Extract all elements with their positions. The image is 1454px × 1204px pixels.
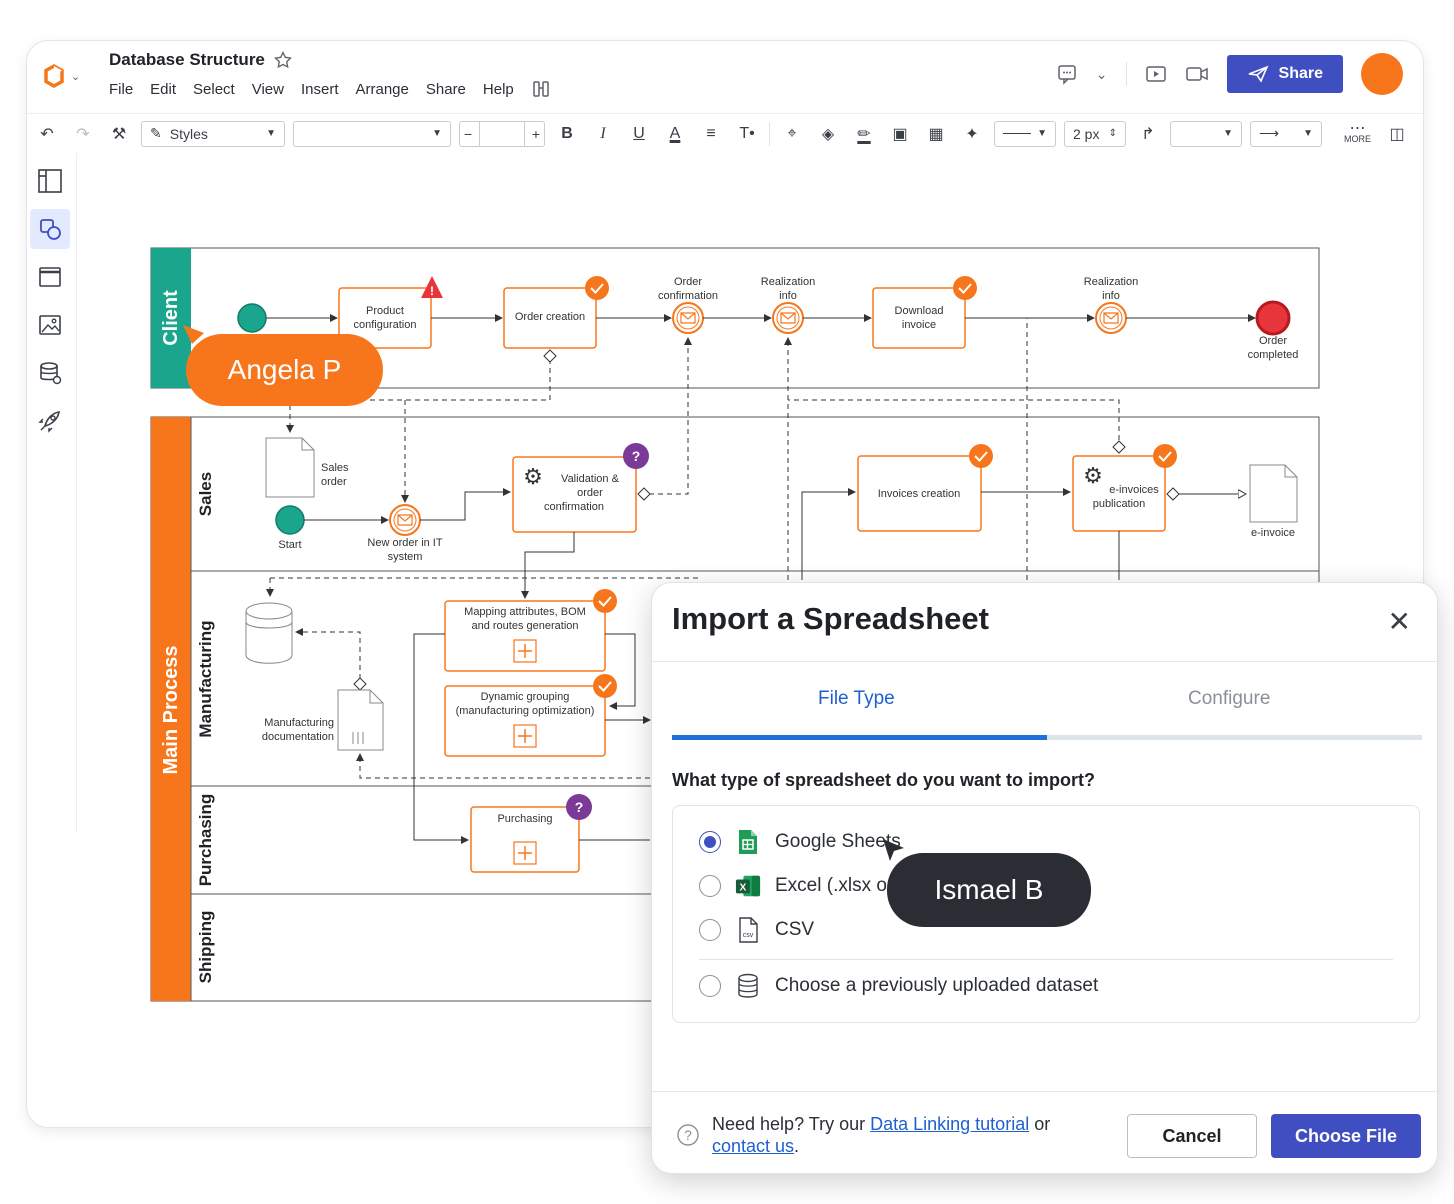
divider: [652, 1091, 1437, 1092]
task-text: and routes generation: [471, 620, 578, 632]
svg-text:?: ?: [684, 1127, 692, 1143]
event-label: New order in IT: [367, 537, 442, 549]
task-text: (manufacturing optimization): [456, 705, 595, 717]
task-text: Invoices creation: [878, 488, 961, 500]
svg-text:?: ?: [575, 799, 584, 815]
event-label: Order: [1259, 335, 1287, 347]
help-text: ? Need help? Try our Data Linking tutori…: [676, 1113, 1050, 1157]
collaborator-name: Angela P: [227, 354, 342, 385]
main-pool-label: Main Process: [160, 646, 182, 775]
radio-previous-dataset[interactable]: [699, 975, 721, 997]
document-label: documentation: [262, 731, 334, 743]
help-suffix: .: [794, 1136, 800, 1156]
task-download-invoice[interactable]: [872, 287, 966, 349]
gear-icon: ⚙: [1083, 463, 1103, 488]
svg-text:X: X: [739, 883, 746, 894]
cancel-button[interactable]: Cancel: [1127, 1114, 1257, 1158]
database-store[interactable]: [245, 602, 293, 664]
step-progress-track: [672, 735, 1422, 740]
task-text: invoice: [902, 319, 936, 331]
lane-label-shipping: Shipping: [196, 911, 215, 984]
lane-label-manufacturing: Manufacturing: [196, 620, 215, 737]
radio-excel[interactable]: [699, 875, 721, 897]
google-sheets-icon: [735, 829, 761, 855]
svg-text:!: !: [430, 284, 434, 298]
option-label: Excel (.xlsx or: [775, 875, 894, 896]
document-label: Sales: [321, 462, 349, 474]
start-event[interactable]: [275, 505, 305, 535]
document-sales-order[interactable]: [265, 437, 315, 498]
client-pool-label: Client: [160, 290, 182, 346]
check-badge-icon: [969, 444, 993, 468]
event-label: Realization: [761, 276, 815, 288]
task-text: Order creation: [515, 311, 585, 323]
dialog-title: Import a Spreadsheet: [672, 601, 989, 636]
task-text: confirmation: [544, 501, 604, 513]
document-label: Manufacturing: [264, 717, 334, 729]
collaborator-tag-angela: Angela P: [186, 334, 383, 406]
option-previous-dataset[interactable]: Choose a previously uploaded dataset: [699, 973, 1098, 999]
collaborator-name: Ismael B: [934, 874, 1044, 905]
radio-google-sheets[interactable]: [699, 831, 721, 853]
task-text: order: [577, 487, 603, 499]
check-badge-icon: [585, 276, 609, 300]
event-label: Order: [674, 276, 702, 288]
task-text: Product: [366, 305, 404, 317]
document-manufacturing-documentation[interactable]: [337, 689, 384, 751]
task-text: Purchasing: [497, 813, 552, 825]
task-text: Download: [895, 305, 944, 317]
option-label: CSV: [775, 919, 815, 940]
close-icon[interactable]: ✕: [1388, 605, 1411, 638]
document-label: order: [321, 476, 347, 488]
help-icon: ?: [677, 1124, 699, 1146]
task-text: publication: [1093, 498, 1146, 510]
event-label: Realization: [1084, 276, 1138, 288]
task-text: Validation &: [561, 473, 620, 485]
divider: [652, 661, 1437, 662]
collaborator-tag-ismael: Ismael B: [887, 853, 1091, 927]
svg-text:csv: csv: [743, 932, 754, 939]
import-question: What type of spreadsheet do you want to …: [672, 770, 1096, 790]
event-label: system: [388, 551, 423, 563]
lane-label-sales: Sales: [196, 472, 215, 516]
task-text: e-invoices: [1109, 484, 1159, 496]
help-or: or: [1034, 1114, 1051, 1134]
excel-icon: X: [735, 873, 761, 899]
client-start-event[interactable]: [237, 303, 267, 333]
task-text: Mapping attributes, BOM: [464, 606, 586, 618]
svg-text:?: ?: [632, 448, 641, 464]
event-label: info: [779, 290, 797, 302]
event-label: info: [1102, 290, 1120, 302]
check-badge-icon: [593, 674, 617, 698]
option-csv[interactable]: csv CSV: [699, 917, 814, 943]
data-linking-tutorial-link[interactable]: Data Linking tutorial: [870, 1114, 1029, 1134]
check-badge-icon: [593, 589, 617, 613]
help-prefix: Need help? Try our: [712, 1114, 866, 1134]
task-text: configuration: [354, 319, 417, 331]
database-icon: [735, 973, 761, 999]
event-label: confirmation: [658, 290, 718, 302]
tab-file-type[interactable]: File Type: [818, 688, 895, 710]
csv-icon: csv: [735, 917, 761, 943]
lane-label-purchasing: Purchasing: [196, 794, 215, 887]
radio-csv[interactable]: [699, 919, 721, 941]
option-excel[interactable]: X Excel (.xlsx or: [699, 873, 893, 899]
document-label: e-invoice: [1251, 527, 1295, 539]
tab-configure[interactable]: Configure: [1188, 688, 1270, 710]
end-event-order-completed[interactable]: [1255, 300, 1291, 336]
task-text: Dynamic grouping: [481, 691, 570, 703]
check-badge-icon: [953, 276, 977, 300]
option-label: Choose a previously uploaded dataset: [775, 975, 1099, 996]
check-badge-icon: [1153, 444, 1177, 468]
gear-icon: ⚙: [523, 464, 543, 489]
option-google-sheets[interactable]: Google Sheets: [699, 829, 901, 855]
event-label: Start: [278, 539, 301, 551]
event-label: completed: [1248, 349, 1299, 361]
contact-us-link[interactable]: contact us: [712, 1136, 794, 1156]
divider: [699, 959, 1393, 960]
choose-file-button[interactable]: Choose File: [1271, 1114, 1421, 1158]
step-progress-fill: [672, 735, 1047, 740]
document-einvoice[interactable]: [1249, 464, 1298, 523]
